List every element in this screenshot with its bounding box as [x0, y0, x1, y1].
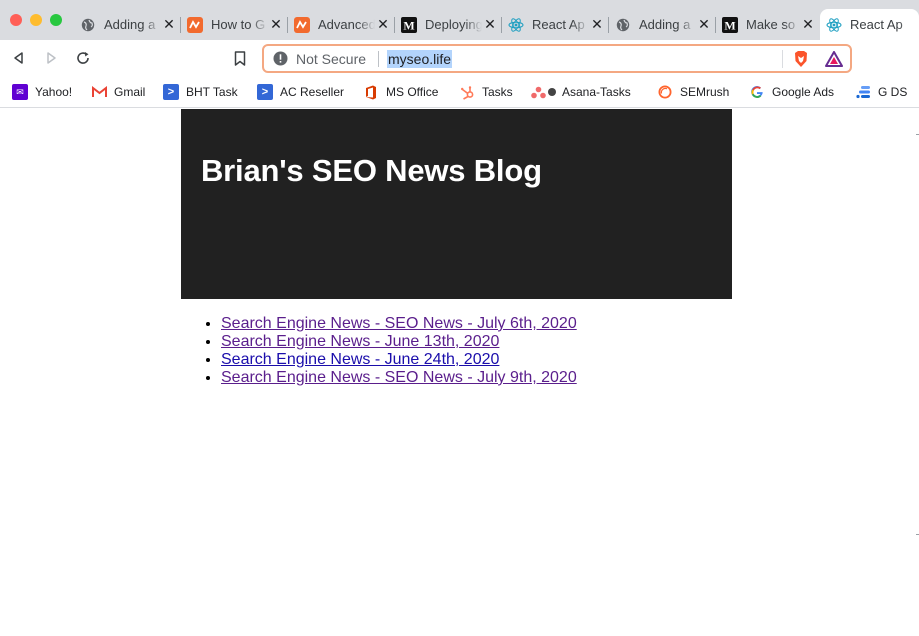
url-text[interactable]: myseo.life [387, 50, 453, 68]
tab-title: Advanced [318, 17, 375, 32]
gmail-icon [91, 84, 107, 100]
maximize-window-button[interactable] [50, 14, 62, 26]
close-icon[interactable]: ✕ [375, 16, 391, 33]
bookmark-label: AC Reseller [280, 85, 345, 99]
asana-dot-icon [548, 88, 556, 96]
bookmark-g-ds[interactable]: G DS [855, 82, 907, 102]
post-link[interactable]: Search Engine News - June 24th, 2020 [221, 351, 499, 368]
tab-title: Deploying [425, 17, 482, 32]
bookmark-gmail[interactable]: Gmail [91, 82, 145, 102]
bookmark-label: G DS [878, 85, 908, 99]
list-item: Search Engine News - SEO News - July 9th… [221, 369, 577, 387]
tab-title: React Ap [850, 17, 903, 32]
bookmark-ms-office[interactable]: MS Office [363, 82, 438, 102]
list-item: Search Engine News - June 13th, 2020 [221, 333, 577, 351]
hubspot-icon [459, 84, 475, 100]
brave-rewards-icon[interactable] [825, 51, 843, 67]
post-link[interactable]: Search Engine News - SEO News - July 9th… [221, 369, 577, 386]
bookmark-label: Yahoo! [35, 85, 73, 99]
ac-icon: > [257, 84, 273, 100]
bookmark-asana-tasks[interactable]: Asana-Tasks [530, 82, 631, 102]
tab-title: Adding a [104, 17, 156, 32]
bookmark-label: Tasks [482, 85, 513, 99]
reload-button[interactable] [73, 48, 93, 68]
bookmark-label: SEMrush [680, 85, 730, 99]
tab-6[interactable]: M Make so ✕ [716, 9, 820, 40]
bookmark-ac-reseller[interactable]: > AC Reseller [257, 82, 344, 102]
blog-header: Brian's SEO News Blog [181, 109, 732, 299]
tab-4[interactable]: React Ap ✕ [502, 9, 609, 40]
bookmark-label: Google Ads [772, 85, 835, 99]
bookmarks-bar: ✉ Yahoo! Gmail > BHT Task > AC Reseller … [0, 76, 919, 108]
datastudio-icon [855, 84, 871, 100]
list-item: Search Engine News - June 24th, 2020 [221, 351, 577, 369]
office-icon [363, 84, 379, 100]
react-icon [508, 17, 524, 33]
back-arrow-icon [14, 52, 23, 64]
bht-icon: > [163, 84, 179, 100]
svg-text:M: M [724, 18, 735, 32]
tab-title: How to G [211, 17, 266, 32]
brave-shield-icon[interactable] [793, 50, 809, 68]
close-icon[interactable]: ✕ [482, 16, 498, 33]
globe-icon [615, 17, 631, 33]
bookmark-label: Asana-Tasks [562, 85, 631, 99]
bookmark-bht-task[interactable]: > BHT Task [163, 82, 238, 102]
tab-1[interactable]: How to G ✕ [181, 9, 288, 40]
bookmark-google-ads[interactable]: Google Ads [749, 82, 834, 102]
tab-title: React Ap [532, 17, 585, 32]
medium-icon: M [722, 16, 738, 33]
svg-text:M: M [403, 18, 414, 32]
bookmark-label: Gmail [114, 85, 146, 99]
forward-arrow-icon [47, 52, 56, 64]
close-window-button[interactable] [10, 14, 22, 26]
orange-n-icon [294, 16, 310, 33]
forward-button[interactable] [41, 48, 61, 68]
close-icon[interactable]: ✕ [161, 16, 177, 33]
tab-3[interactable]: M Deploying ✕ [395, 9, 502, 40]
bookmark-tasks[interactable]: Tasks [459, 82, 513, 102]
browser-chrome: Adding a ✕ How to G ✕ Advanced ✕ M Deplo… [0, 0, 919, 108]
close-icon[interactable]: ✕ [800, 16, 816, 33]
tab-7-active[interactable]: React Ap [820, 9, 919, 40]
bookmark-icon [234, 50, 246, 66]
yahoo-icon: ✉ [12, 84, 28, 100]
browser-toolbar: Not Secure myseo.life [0, 40, 919, 76]
bookmark-button[interactable] [230, 48, 250, 68]
close-icon[interactable]: ✕ [268, 16, 284, 33]
omnibox-divider-right [782, 50, 783, 68]
post-link[interactable]: Search Engine News - SEO News - July 6th… [221, 315, 577, 332]
google-icon [749, 84, 765, 100]
close-icon[interactable]: ✕ [696, 16, 712, 33]
medium-icon: M [401, 16, 417, 33]
minimize-window-button[interactable] [30, 14, 42, 26]
warning-icon [273, 51, 288, 66]
tab-title: Adding a [639, 17, 691, 32]
bookmark-semrush[interactable]: SEMrush [657, 82, 729, 102]
omnibox-divider [378, 51, 379, 67]
react-icon [826, 17, 842, 33]
list-item: Search Engine News - SEO News - July 6th… [221, 315, 577, 333]
reload-icon [77, 52, 89, 64]
bookmark-label: MS Office [386, 85, 439, 99]
back-button[interactable] [9, 48, 29, 68]
orange-n-icon [187, 16, 203, 33]
tab-strip: Adding a ✕ How to G ✕ Advanced ✕ M Deplo… [0, 0, 919, 40]
tab-0[interactable]: Adding a ✕ [74, 9, 181, 40]
page-title: Brian's SEO News Blog [201, 153, 542, 188]
asana-icon [530, 84, 546, 100]
tab-title: Make so [746, 17, 796, 32]
tab-2[interactable]: Advanced ✕ [288, 9, 395, 40]
post-list: Search Engine News - SEO News - July 6th… [221, 315, 577, 387]
post-link[interactable]: Search Engine News - June 13th, 2020 [221, 333, 499, 350]
bookmark-yahoo[interactable]: ✉ Yahoo! [12, 82, 72, 102]
tab-5[interactable]: Adding a ✕ [609, 9, 716, 40]
address-bar[interactable]: Not Secure myseo.life [262, 44, 852, 73]
security-label[interactable]: Not Secure [296, 51, 366, 67]
close-icon[interactable]: ✕ [589, 16, 605, 33]
globe-icon [80, 17, 96, 33]
bookmark-label: BHT Task [186, 85, 238, 99]
semrush-icon [657, 84, 673, 100]
